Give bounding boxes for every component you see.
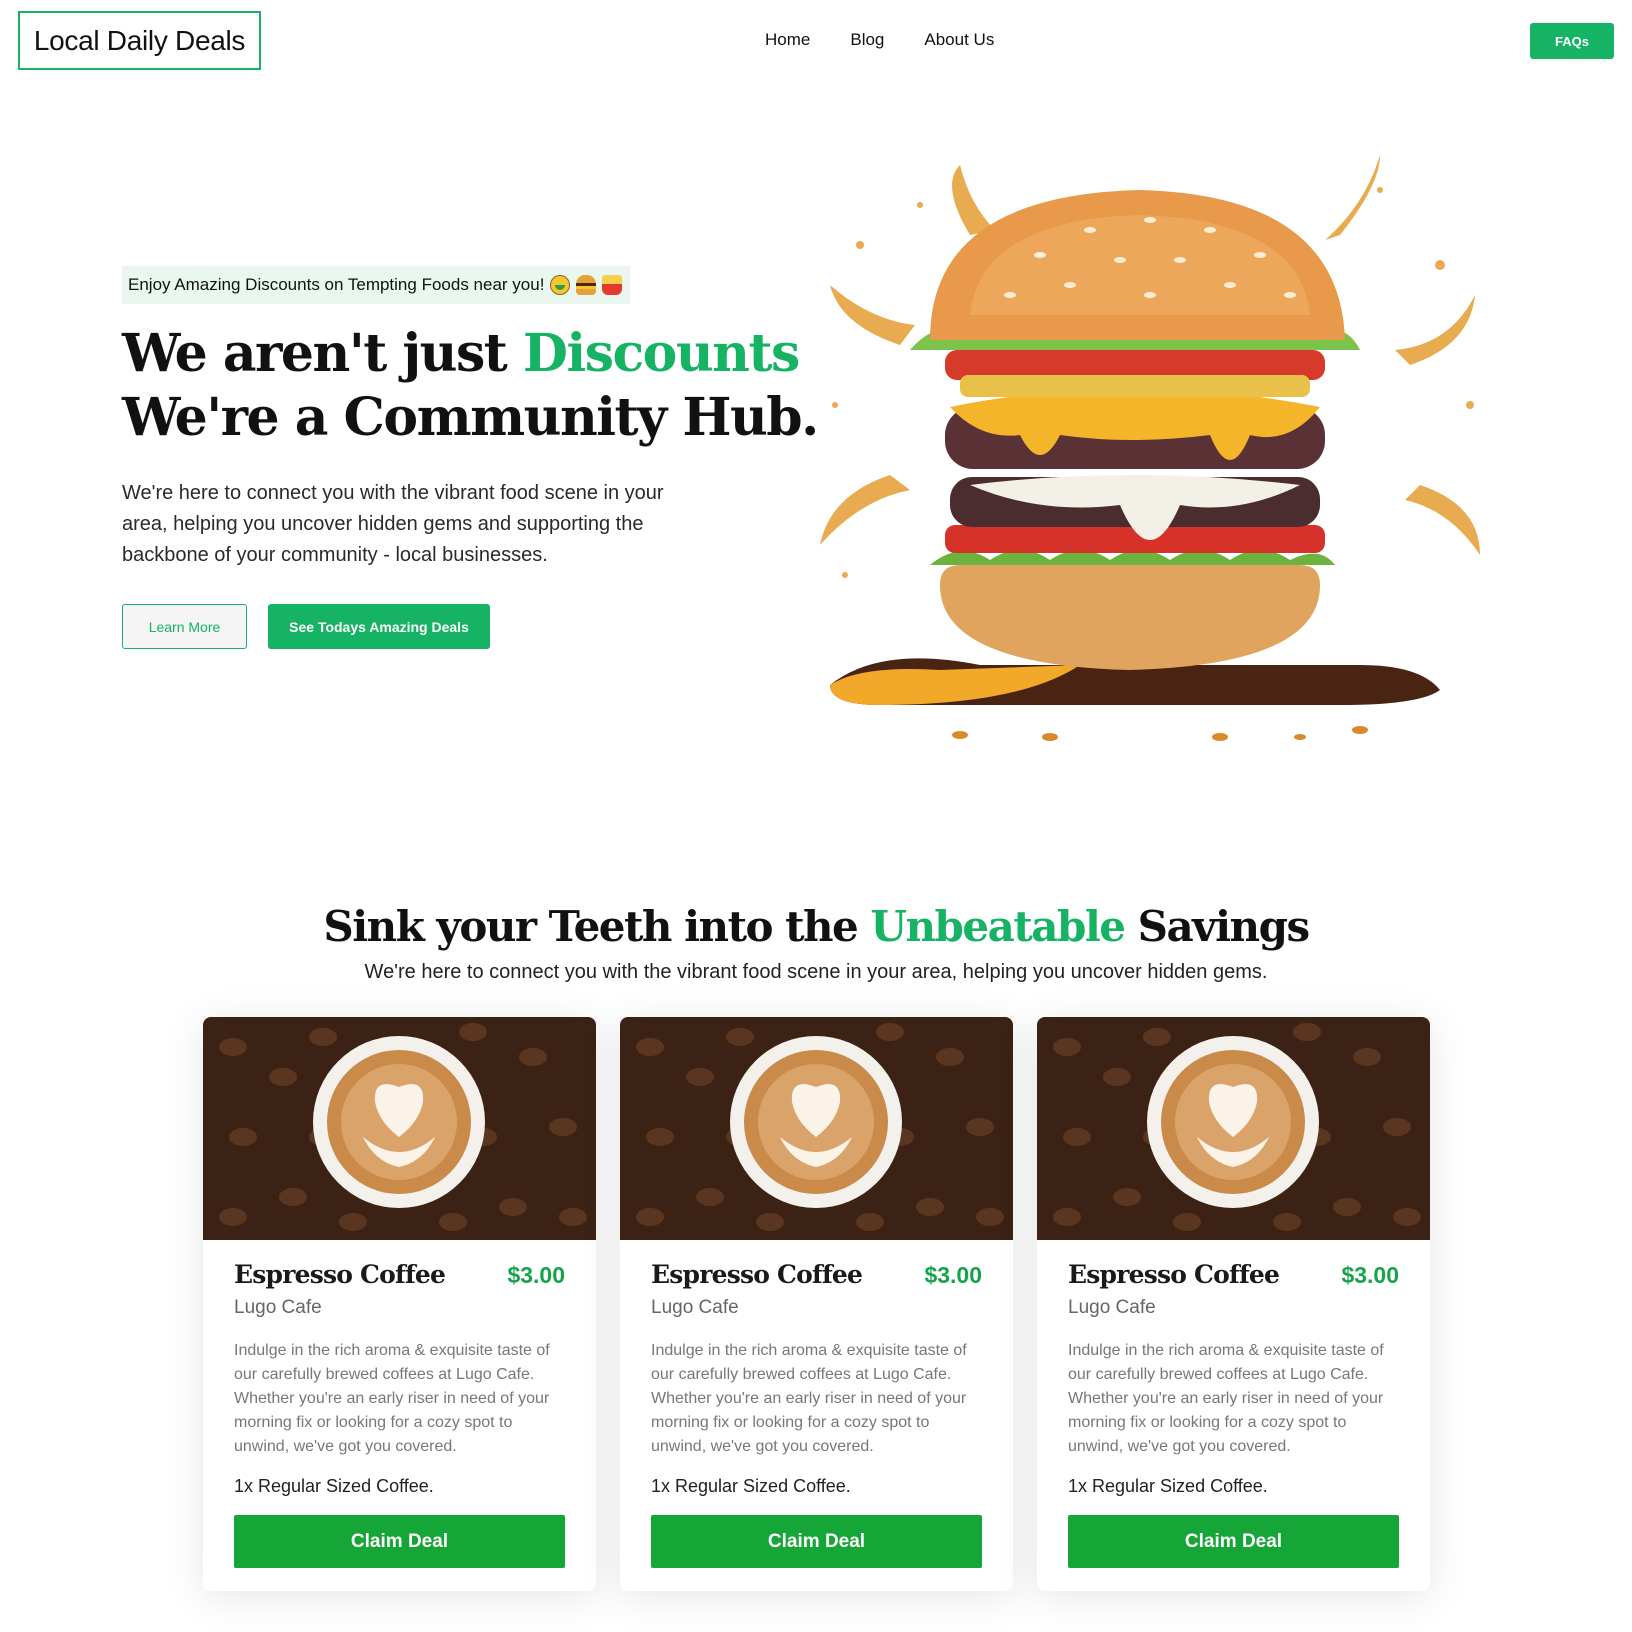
deal-title: Espresso Coffee: [651, 1260, 863, 1289]
deal-description: Indulge in the rich aroma & exquisite ta…: [1068, 1342, 1384, 1455]
hero-title: We aren't just Discounts We're a Communi…: [122, 322, 819, 450]
coffee-image: [203, 1017, 596, 1240]
deal-card: Espresso Coffee $3.00 Lugo Cafe Indulge …: [203, 1017, 596, 1591]
deal-description: Indulge in the rich aroma & exquisite ta…: [234, 1342, 550, 1455]
hero-tagline: Enjoy Amazing Discounts on Tempting Food…: [122, 266, 631, 304]
hero-title-accent: Discounts: [522, 323, 800, 384]
deal-item: 1x Regular Sized Coffee.: [1068, 1476, 1268, 1496]
burger-icon: [576, 275, 597, 295]
fries-icon: [602, 275, 623, 295]
hero-description: We're here to connect you with the vibra…: [122, 482, 664, 566]
deal-vendor: Lugo Cafe: [234, 1297, 322, 1318]
faqs-button[interactable]: FAQs: [1530, 23, 1614, 59]
section-subtitle: We're here to connect you with the vibra…: [364, 961, 1268, 983]
nav-home[interactable]: Home: [765, 26, 810, 54]
claim-deal-button[interactable]: Claim Deal: [1068, 1515, 1399, 1568]
learn-more-button[interactable]: Learn More: [122, 604, 247, 649]
deal-card: Espresso Coffee $3.00 Lugo Cafe Indulge …: [1037, 1017, 1430, 1591]
section-title-pre: Sink your Teeth into the: [323, 902, 871, 951]
hero-burger-image: [820, 155, 1480, 741]
deal-card: Espresso Coffee $3.00 Lugo Cafe Indulge …: [620, 1017, 1013, 1591]
deal-item: 1x Regular Sized Coffee.: [234, 1476, 434, 1496]
deal-cards: Espresso Coffee $3.00 Lugo Cafe Indulge …: [203, 1017, 1430, 1591]
deal-vendor: Lugo Cafe: [651, 1297, 739, 1318]
deal-price: $3.00: [924, 1262, 982, 1288]
hero-title-line2: We're a Community Hub.: [122, 387, 819, 448]
deal-title: Espresso Coffee: [1068, 1260, 1280, 1289]
deal-price: $3.00: [507, 1262, 565, 1288]
site-logo[interactable]: Local Daily Deals: [18, 11, 261, 70]
main-nav: Home Blog About Us: [765, 26, 994, 54]
deal-price: $3.00: [1341, 1262, 1399, 1288]
tagline-text: Enjoy Amazing Discounts on Tempting Food…: [128, 275, 545, 294]
nav-blog[interactable]: Blog: [850, 26, 884, 54]
section-title: Sink your Teeth into the Unbeatable Savi…: [0, 902, 1632, 951]
section-title-post: Savings: [1124, 902, 1310, 951]
coffee-image: [620, 1017, 1013, 1240]
deal-vendor: Lugo Cafe: [1068, 1297, 1156, 1318]
nav-about-us[interactable]: About Us: [924, 26, 994, 54]
coffee-image: [1037, 1017, 1430, 1240]
hero-title-pre: We aren't just: [122, 323, 523, 384]
section-title-accent: Unbeatable: [870, 902, 1126, 951]
claim-deal-button[interactable]: Claim Deal: [234, 1515, 565, 1568]
see-deals-button[interactable]: See Todays Amazing Deals: [268, 604, 490, 649]
deal-title: Espresso Coffee: [234, 1260, 446, 1289]
deal-item: 1x Regular Sized Coffee.: [651, 1476, 851, 1496]
money-mouth-face-icon: [550, 275, 571, 295]
claim-deal-button[interactable]: Claim Deal: [651, 1515, 982, 1568]
deal-description: Indulge in the rich aroma & exquisite ta…: [651, 1342, 967, 1455]
